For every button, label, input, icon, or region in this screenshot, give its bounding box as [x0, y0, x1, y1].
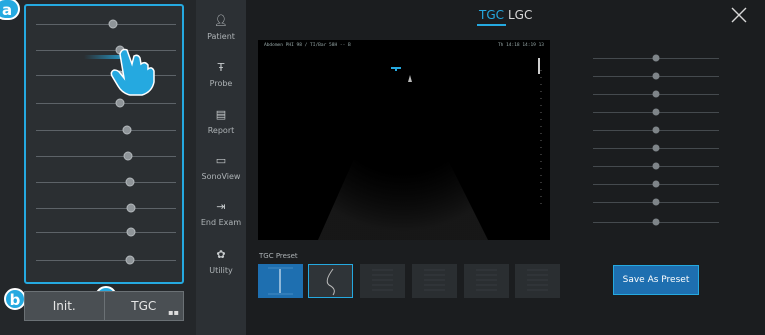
tgc-slider-track[interactable] [36, 208, 176, 209]
menu-item-report[interactable]: ▤ Report [196, 104, 246, 150]
tgc-right-slider-knob[interactable] [652, 218, 660, 226]
tgc-slider-track[interactable] [36, 24, 176, 25]
menu-label: SonoView [201, 172, 241, 181]
tgc-slider-knob[interactable] [126, 203, 136, 213]
callout-a: a [0, 0, 20, 20]
preset-thumb-1[interactable] [258, 264, 303, 298]
tgc-slider-knob[interactable] [126, 227, 136, 237]
callout-b: b [4, 288, 26, 310]
tgc-slider-track[interactable] [36, 103, 176, 104]
tgc-right-slider-knob[interactable] [652, 108, 660, 116]
probe-icon: Ŧ [217, 61, 225, 74]
tgc-slider-knob[interactable] [123, 151, 133, 161]
tgc-right-slider-knob[interactable] [652, 180, 660, 188]
tab-tgc[interactable]: TGC [477, 8, 507, 26]
menu-label: Probe [209, 79, 233, 88]
preset-empty-icon [476, 269, 497, 291]
preset-label: TGC Preset [259, 252, 298, 260]
preset-thumb-6[interactable] [515, 264, 560, 298]
tgc-button-label: TGC [131, 299, 157, 313]
save-as-preset-button[interactable]: Save As Preset [613, 265, 699, 295]
preset-empty-icon [424, 269, 445, 291]
tgc-button[interactable]: TGC ▪▪ [103, 292, 184, 320]
menu-item-patient[interactable]: 👤︎ Patient [196, 10, 246, 56]
preset-curve-icon [268, 267, 293, 295]
tgc-controls: Init. TGC ▪▪ [24, 291, 184, 321]
menu-label: Patient [207, 32, 235, 41]
tgc-right-slider-knob[interactable] [652, 198, 660, 206]
tgc-right-slider-knob[interactable] [652, 162, 660, 170]
side-menu: 👤︎ Patient Ŧ Probe ▤ Report ▭ SonoView ⇥… [196, 0, 246, 335]
exit-icon: ⇥ [216, 200, 226, 213]
tgc-slider-knob[interactable] [125, 177, 135, 187]
person-icon: 👤︎ [214, 14, 228, 27]
preset-empty-icon [527, 269, 548, 291]
gear-icon: ✿ [216, 248, 226, 261]
menu-label: Report [207, 126, 235, 135]
tgc-slider-track[interactable] [36, 182, 176, 183]
tgc-right-slider-knob[interactable] [652, 90, 660, 98]
document-icon: ▤ [215, 108, 227, 121]
preset-thumb-2[interactable] [308, 264, 353, 298]
sonoview-icon: ▭ [215, 154, 227, 167]
tgc-slider-track[interactable] [36, 130, 176, 131]
menu-item-end-exam[interactable]: ⇥ End Exam [196, 196, 246, 242]
tgc-right-slider-knob[interactable] [652, 72, 660, 80]
menu-label: Utility [209, 266, 233, 275]
preset-thumb-3[interactable] [360, 264, 405, 298]
tgc-right-slider-knob[interactable] [652, 54, 660, 62]
preset-thumb-5[interactable] [464, 264, 509, 298]
menu-label: End Exam [200, 218, 242, 227]
tgc-slider-track[interactable] [36, 156, 176, 157]
preset-curve-icon [326, 268, 335, 296]
tgc-slider-track[interactable] [36, 260, 176, 261]
close-icon[interactable] [731, 7, 747, 23]
tgc-slider-track[interactable] [36, 232, 176, 233]
menu-item-utility[interactable]: ✿ Utility [196, 244, 246, 290]
ultrasound-image: Abdomen PHI 98 / TI/Bar 58H -- B Th 14:1… [258, 40, 550, 240]
tgc-slider-knob[interactable] [115, 98, 125, 108]
hand-swipe-icon [84, 48, 155, 96]
tgc-right-slider-knob[interactable] [652, 144, 660, 152]
menu-item-probe[interactable]: Ŧ Probe [196, 57, 246, 103]
tgc-slider-knob[interactable] [122, 125, 132, 135]
tab-lgc[interactable]: LGC [508, 8, 532, 22]
ultrasound-scan-icon [318, 58, 542, 240]
preset-thumb-4[interactable] [412, 264, 457, 298]
tgc-slider-knob[interactable] [125, 255, 135, 265]
tgc-right-slider-knob[interactable] [652, 126, 660, 134]
preset-empty-icon [372, 269, 393, 291]
menu-item-sonoview[interactable]: ▭ SonoView [196, 150, 246, 196]
grid-icon: ▪▪ [168, 308, 179, 317]
tgc-slider-knob[interactable] [108, 19, 118, 29]
init-button[interactable]: Init. [25, 292, 104, 320]
